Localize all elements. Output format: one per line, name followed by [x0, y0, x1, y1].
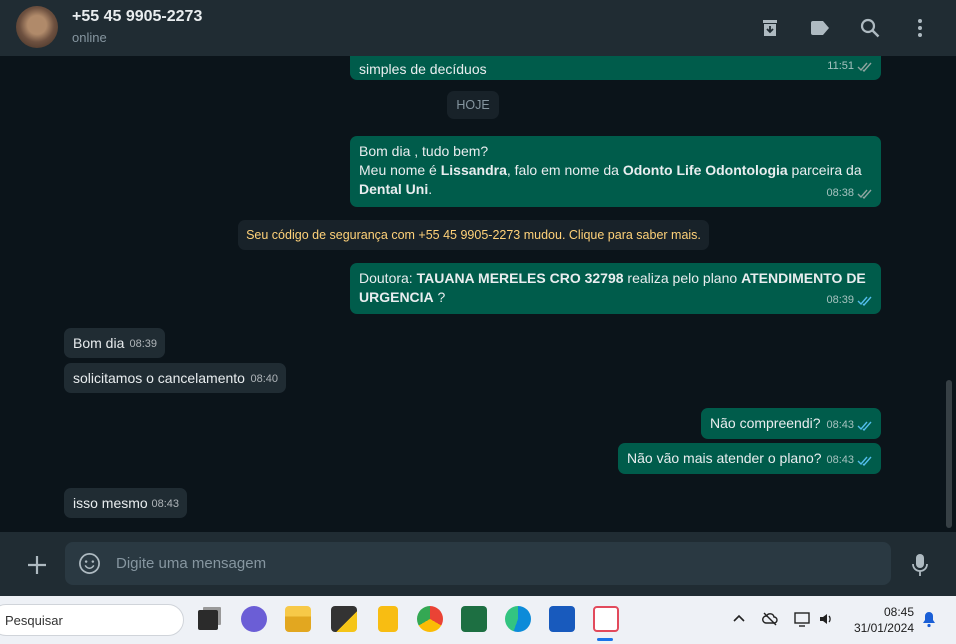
contact-name[interactable]: +55 45 9905-2273 — [72, 8, 202, 26]
text-segment: Meu nome é — [359, 162, 441, 178]
chat-header: +55 45 9905-2273 online — [0, 0, 956, 56]
message-text: Doutora: TAUANA MERELES CRO 32798 realiz… — [359, 269, 872, 307]
file-explorer-icon[interactable] — [285, 606, 311, 632]
message-text: simples de decíduos — [359, 56, 872, 79]
message-meta: 08:43 — [826, 416, 873, 435]
snipping-tool-icon[interactable] — [593, 606, 619, 632]
security-notice[interactable]: Seu código de segurança com +55 45 9905-… — [238, 220, 709, 250]
bold-text: Lissandra — [440, 162, 507, 178]
teams-icon[interactable] — [241, 606, 267, 632]
taskbar-clock[interactable]: 08:45 31/01/2024 — [854, 604, 914, 636]
message-text: Bom dia — [73, 335, 125, 351]
double-check-read-icon — [857, 421, 872, 431]
message-line: Dental Uni. — [359, 180, 872, 199]
message-meta: 08:39 — [826, 291, 873, 310]
text-segment: Doutora: — [359, 270, 417, 286]
task-view-icon[interactable] — [198, 610, 218, 630]
message-time: 08:39 — [129, 338, 157, 350]
clock-time: 08:45 — [883, 605, 914, 619]
message-time: 11:51 — [827, 60, 854, 72]
message-outgoing[interactable]: simples de decíduos 11:51 — [350, 56, 881, 80]
chrome-icon[interactable] — [417, 606, 443, 632]
message-outgoing[interactable]: Doutora: TAUANA MERELES CRO 32798 realiz… — [350, 263, 881, 314]
message-incoming[interactable]: isso mesmo 08:43 — [64, 488, 187, 518]
taskbar-search[interactable]: Pesquisar — [0, 604, 184, 636]
message-line: Doutora: TAUANA MERELES CRO 32798 realiz… — [359, 269, 872, 288]
text-segment: parceira da — [787, 162, 862, 178]
message-meta: 08:38 — [826, 184, 873, 203]
chat-area[interactable]: simples de decíduos 11:51 HOJE Bom dia ,… — [0, 56, 956, 532]
message-outgoing[interactable]: Bom dia , tudo bem? Meu nome é Lissandra,… — [350, 136, 881, 207]
message-placeholder: Digite uma mensagem — [116, 555, 267, 572]
double-check-icon — [857, 62, 872, 72]
message-time: 08:39 — [826, 294, 854, 306]
message-meta: 08:43 — [826, 451, 873, 470]
bold-text: Dental Uni — [359, 181, 429, 197]
search-icon[interactable] — [858, 16, 882, 40]
message-line: URGENCIA ? — [359, 288, 872, 307]
message-line: simples de decíduos — [359, 60, 872, 79]
text-segment: . — [428, 181, 433, 197]
network-icon[interactable] — [793, 610, 811, 628]
double-check-icon — [857, 189, 872, 199]
search-label: Pesquisar — [5, 613, 63, 628]
double-check-read-icon — [857, 296, 872, 306]
message-time: 08:40 — [250, 373, 278, 385]
text-segment: realiza pelo plano — [623, 270, 742, 286]
message-meta: 08:40 — [250, 370, 278, 389]
plus-icon[interactable] — [26, 554, 48, 576]
bold-text: ATENDIMENTO DE — [741, 270, 866, 286]
keep-icon[interactable] — [378, 606, 398, 632]
windows-taskbar: Pesquisar 08:45 31/01/2024 — [0, 596, 956, 644]
message-text: Não vão mais atender o plano? — [627, 450, 822, 466]
message-text: solicitamos o cancelamento — [73, 370, 245, 386]
message-text: isso mesmo — [73, 495, 148, 511]
message-incoming[interactable]: Bom dia 08:39 — [64, 328, 165, 358]
menu-icon[interactable] — [908, 16, 932, 40]
message-meta: 08:43 — [151, 495, 179, 514]
composer-bar: Digite uma mensagem — [0, 532, 956, 596]
clock-date: 31/01/2024 — [853, 621, 914, 635]
active-app-indicator — [597, 638, 613, 641]
message-time: 08:43 — [151, 498, 179, 510]
contact-status: online — [72, 30, 107, 45]
volume-icon[interactable] — [817, 610, 835, 628]
message-meta: 11:51 — [827, 57, 873, 76]
message-time: 08:43 — [826, 454, 854, 466]
date-divider: HOJE — [447, 91, 499, 119]
sticky-app-icon[interactable] — [331, 606, 357, 632]
message-outgoing[interactable]: Não compreendi? 08:43 — [701, 408, 881, 439]
message-meta: 08:39 — [129, 335, 157, 354]
message-text: Bom dia , tudo bem? Meu nome é Lissandra,… — [359, 142, 872, 199]
bold-text: Odonto Life Odontologia — [622, 162, 788, 178]
bold-text: URGENCIA — [359, 289, 434, 305]
message-outgoing[interactable]: Não vão mais atender o plano? 08:43 — [618, 443, 881, 474]
emoji-icon[interactable] — [78, 552, 101, 575]
contact-avatar[interactable] — [16, 6, 58, 48]
chevron-up-icon[interactable] — [730, 610, 748, 628]
message-input[interactable]: Digite uma mensagem — [65, 542, 891, 585]
excel-icon[interactable] — [461, 606, 487, 632]
edge-icon[interactable] — [505, 606, 531, 632]
double-check-read-icon — [857, 456, 872, 466]
notification-bell-icon[interactable] — [920, 610, 938, 628]
text-segment: simples de decíduos — [359, 61, 487, 77]
text-segment: Bom dia , tudo bem? — [359, 143, 489, 159]
cloud-offline-icon[interactable] — [761, 610, 779, 628]
message-time: 08:38 — [826, 187, 854, 199]
text-segment: ? — [433, 289, 446, 305]
bold-text: TAUANA MERELES CRO 32798 — [416, 270, 624, 286]
chat-scrollbar[interactable] — [946, 380, 952, 528]
message-line: Meu nome é Lissandra, falo em nome da Od… — [359, 161, 872, 180]
message-text: Não compreendi? — [710, 415, 821, 431]
archive-icon[interactable] — [758, 16, 782, 40]
mic-icon[interactable] — [909, 552, 931, 578]
word-icon[interactable] — [549, 606, 575, 632]
message-line: Bom dia , tudo bem? — [359, 142, 872, 161]
label-icon[interactable] — [808, 16, 832, 40]
message-time: 08:43 — [826, 419, 854, 431]
text-segment: , falo em nome da — [506, 162, 623, 178]
message-incoming[interactable]: solicitamos o cancelamento 08:40 — [64, 363, 286, 393]
